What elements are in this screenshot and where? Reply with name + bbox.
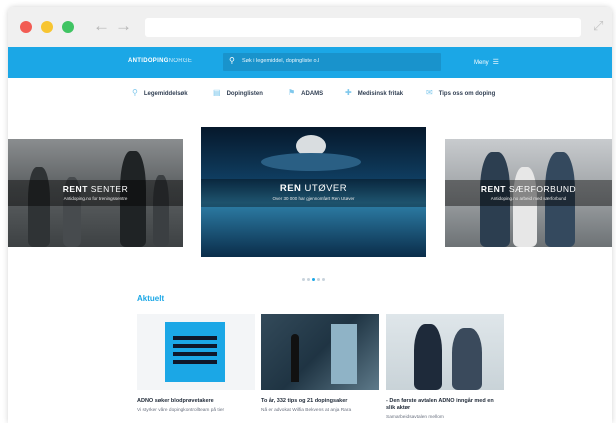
news-card[interactable]: To år, 332 tips og 21 dopingsaker Nå er …	[261, 314, 379, 414]
slide-subtitle: Antidoping.no arbeid med særforbund	[490, 196, 567, 201]
pill-icon: ⚲	[132, 88, 138, 97]
news-card[interactable]: ADNO søker blodprøvetakere Vi styrker vå…	[137, 314, 255, 414]
news-thumbnail	[261, 314, 379, 390]
nav-item-tips-oss[interactable]: ✉ Tips oss om doping	[426, 88, 495, 97]
news-card[interactable]: - Den første avtalen ADNO inngår med en …	[386, 314, 504, 421]
nav-item-dopinglisten[interactable]: ▤ Dopinglisten	[213, 88, 263, 97]
search-icon: ⚲	[229, 56, 235, 65]
nav-item-label: Dopinglisten	[226, 91, 263, 97]
news-card-text: Nå er advokat Wilfia Bekvens at anja Rar…	[261, 408, 352, 413]
forward-arrow-icon[interactable]: →	[115, 16, 132, 36]
news-card-text: Vi styrker våre dopingkontrollteam på ti…	[137, 408, 225, 413]
search-bar[interactable]: ⚲ Søk i legemiddel, dopingliste o.l	[223, 53, 441, 71]
carousel-slide-rent-senter[interactable]: RENT SENTER Antidoping.no for treningsse…	[8, 139, 183, 247]
carousel-dot[interactable]	[317, 278, 320, 281]
address-bar[interactable]	[145, 18, 581, 37]
slide-title: RENT SÆRFORBUND	[480, 184, 577, 194]
news-thumbnail	[137, 314, 255, 390]
hero-carousel: RENT SENTER Antidoping.no for treningsse…	[8, 127, 612, 263]
nav-item-medisinsk-fritak[interactable]: ✚ Medisinsk fritak	[345, 88, 403, 97]
news-card-title[interactable]: - Den første avtalen ADNO inngår med en …	[386, 398, 504, 412]
nav-item-legemiddelsok[interactable]: ⚲ Legemiddelsøk	[132, 88, 188, 97]
carousel-dot[interactable]	[322, 278, 325, 281]
slide-subtitle: Over 30 000 har gjennomført Ren Utøver	[272, 196, 355, 201]
logo-light-text: NORGE	[168, 58, 193, 64]
browser-window: ← → ⤢ ANTIDOPINGNORGE ⚲ Søk i legemiddel…	[8, 7, 612, 423]
minimize-window-button[interactable]	[41, 21, 53, 33]
close-window-button[interactable]	[20, 21, 32, 33]
slide-title: REN UTØVER	[279, 183, 348, 194]
carousel-dot[interactable]	[312, 278, 315, 281]
news-card-text: Samarbeidsavtalen mellom	[386, 415, 444, 420]
carousel-slide-ren-utover[interactable]: REN UTØVER Over 30 000 har gjennomført R…	[201, 127, 426, 257]
news-card-title[interactable]: ADNO søker blodprøvetakere	[137, 398, 255, 405]
carousel-slide-rent-saerforbund[interactable]: RENT SÆRFORBUND Antidoping.no arbeid med…	[445, 139, 612, 247]
quick-links-nav: ⚲ Legemiddelsøk ▤ Dopinglisten ⚑ ADAMS ✚ Med…	[8, 85, 612, 103]
logo-bold-text: ANTIDOPING	[128, 58, 169, 64]
site-header: ANTIDOPINGNORGE ⚲ Søk i legemiddel, dopi…	[8, 47, 612, 78]
browser-chrome: ← → ⤢	[8, 7, 612, 47]
nav-item-label: Medisinsk fritak	[357, 91, 404, 97]
menu-button[interactable]: Meny ☰	[474, 58, 499, 66]
chat-icon: ✉	[426, 88, 433, 97]
slide-subtitle: Antidoping.no for treningssentre	[63, 196, 128, 201]
location-icon: ⚑	[288, 88, 296, 97]
news-card-title[interactable]: To år, 332 tips og 21 dopingsaker	[261, 398, 379, 405]
search-input[interactable]: Søk i legemiddel, dopingliste o.l	[242, 58, 319, 64]
back-arrow-icon[interactable]: ←	[93, 16, 110, 36]
nav-item-adams[interactable]: ⚑ ADAMS	[288, 88, 323, 97]
menu-label: Meny	[474, 60, 489, 66]
nav-item-label: ADAMS	[301, 91, 324, 97]
document-icon: ▤	[213, 88, 221, 97]
medical-icon: ✚	[345, 88, 352, 97]
section-title-aktuelt: Aktuelt	[137, 294, 165, 303]
carousel-dot[interactable]	[307, 278, 310, 281]
news-thumbnail	[386, 314, 504, 390]
maximize-window-button[interactable]	[62, 21, 74, 33]
nav-item-label: Legemiddelsøk	[143, 91, 188, 97]
slide-title: RENT SENTER	[62, 184, 129, 194]
carousel-pager	[302, 268, 327, 286]
hamburger-icon: ☰	[492, 59, 499, 66]
fullscreen-icon[interactable]: ⤢	[593, 18, 603, 34]
carousel-dot[interactable]	[302, 278, 305, 281]
nav-item-label: Tips oss om doping	[438, 91, 496, 97]
site-logo[interactable]: ANTIDOPINGNORGE	[128, 58, 192, 64]
